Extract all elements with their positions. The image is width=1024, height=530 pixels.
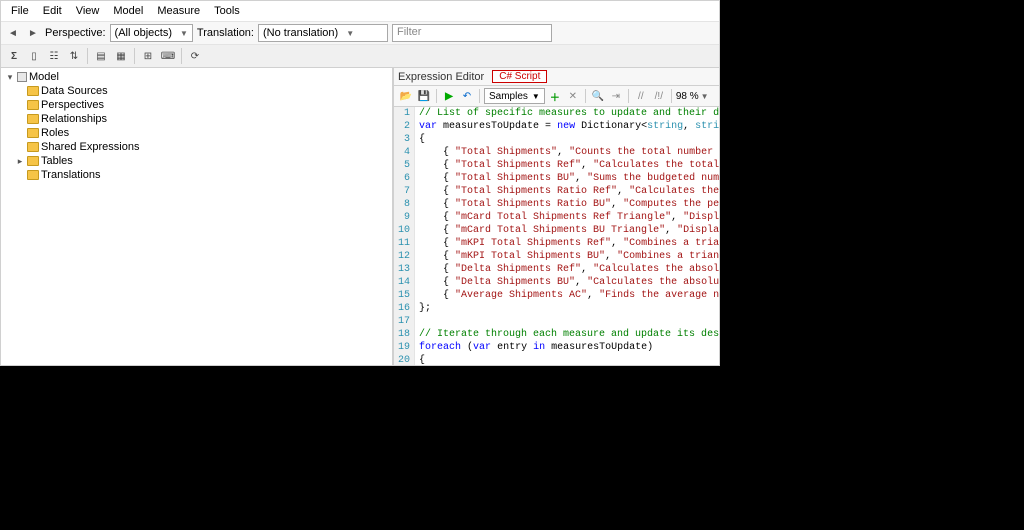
zoom-value[interactable]: 98 % <box>676 91 699 102</box>
tree-root-label: Model <box>29 70 59 84</box>
column-icon[interactable]: ▯ <box>25 47 43 65</box>
filter-input[interactable]: Filter <box>392 24 552 42</box>
perspective-select[interactable]: (All objects) ▼ <box>110 24 193 42</box>
tree-item-label: Data Sources <box>41 84 108 98</box>
tree-item[interactable]: Shared Expressions <box>3 140 390 154</box>
tree-item[interactable]: Relationships <box>3 112 390 126</box>
expression-editor-pane: Expression Editor C# Script 📂 💾 ▶ ↶ Samp… <box>393 68 719 365</box>
perspective-label: Perspective: <box>45 27 106 39</box>
tree-item-label: Relationships <box>41 112 107 126</box>
chevron-down-icon: ▼ <box>180 29 188 38</box>
uncomment-icon[interactable]: /!/ <box>651 88 667 104</box>
chevron-down-icon: ▼ <box>532 92 540 101</box>
delete-icon[interactable]: ✕ <box>565 88 581 104</box>
samples-label: Samples <box>489 91 528 102</box>
chevron-down-icon: ▼ <box>346 29 354 38</box>
tree-item[interactable]: Data Sources <box>3 84 390 98</box>
add-icon[interactable]: ＋ <box>547 88 563 104</box>
translation-select[interactable]: (No translation) ▼ <box>258 24 388 42</box>
menu-model[interactable]: Model <box>107 3 149 19</box>
toolbar-perspective: ◄ ► Perspective: (All objects) ▼ Transla… <box>1 22 719 45</box>
translation-label: Translation: <box>197 27 254 39</box>
line-gutter: 1234567891011121314151617181920212223242… <box>394 107 415 365</box>
script-icon[interactable]: ⌨ <box>159 47 177 65</box>
folder-icon <box>27 86 39 96</box>
save-icon[interactable]: 💾 <box>416 88 432 104</box>
ee-script-tab[interactable]: C# Script <box>492 70 547 83</box>
menu-edit[interactable]: Edit <box>37 3 68 19</box>
tree-item[interactable]: Perspectives <box>3 98 390 112</box>
find-icon[interactable]: 🔍 <box>590 88 606 104</box>
tree-item-label: Translations <box>41 168 101 182</box>
comment-icon[interactable]: // <box>633 88 649 104</box>
model-tree[interactable]: ▾ Model Data SourcesPerspectivesRelation… <box>1 68 393 365</box>
main-split: ▾ Model Data SourcesPerspectivesRelation… <box>1 68 719 365</box>
code-editor[interactable]: 1234567891011121314151617181920212223242… <box>394 107 719 365</box>
sigma-icon[interactable]: Σ <box>5 47 23 65</box>
folder-icon <box>27 114 39 124</box>
tree-item[interactable]: Roles <box>3 126 390 140</box>
table-icon[interactable]: ⊞ <box>139 47 157 65</box>
chevron-down-icon: ▼ <box>701 92 709 101</box>
code-area[interactable]: // List of specific measures to update a… <box>415 107 719 365</box>
menu-measure[interactable]: Measure <box>151 3 206 19</box>
ee-toolbar: 📂 💾 ▶ ↶ Samples ▼ ＋ ✕ 🔍 ⇥ // /!/ 9 <box>394 86 719 107</box>
forward-icon[interactable]: ► <box>25 25 41 41</box>
collapse-icon[interactable]: ▾ <box>5 70 15 84</box>
open-icon[interactable]: 📂 <box>398 88 414 104</box>
sort-icon[interactable]: ⇅ <box>65 47 83 65</box>
tree-item-label: Shared Expressions <box>41 140 139 154</box>
translation-value: (No translation) <box>263 27 338 39</box>
tree-item-label: Roles <box>41 126 69 140</box>
undo-icon[interactable]: ↶ <box>459 88 475 104</box>
run-icon[interactable]: ▶ <box>441 88 457 104</box>
tree-item[interactable]: ▸ Tables <box>3 154 390 168</box>
hierarchy-icon[interactable]: ☷ <box>45 47 63 65</box>
display-icon[interactable]: ▦ <box>112 47 130 65</box>
expand-icon[interactable]: ▸ <box>15 154 25 168</box>
folder-icon <box>27 100 39 110</box>
model-icon <box>17 72 27 82</box>
samples-select[interactable]: Samples ▼ <box>484 88 545 104</box>
ee-title: Expression Editor <box>398 71 484 83</box>
refresh-icon[interactable]: ⟳ <box>186 47 204 65</box>
folder-icon <box>27 156 39 166</box>
indent-icon[interactable]: ⇥ <box>608 88 624 104</box>
app-window: File Edit View Model Measure Tools ◄ ► P… <box>0 0 720 366</box>
menu-view[interactable]: View <box>70 3 106 19</box>
ee-header: Expression Editor C# Script <box>394 68 719 86</box>
tree-item[interactable]: Translations <box>3 168 390 182</box>
folder-icon <box>27 128 39 138</box>
perspective-value: (All objects) <box>115 27 172 39</box>
folder-icon <box>27 142 39 152</box>
toolbar-icons: Σ ▯ ☷ ⇅ ▤ ▦ ⊞ ⌨ ⟳ <box>1 45 719 68</box>
folder-icon[interactable]: ▤ <box>92 47 110 65</box>
tree-root[interactable]: ▾ Model <box>3 70 390 84</box>
folder-icon <box>27 170 39 180</box>
menu-file[interactable]: File <box>5 3 35 19</box>
menu-bar: File Edit View Model Measure Tools <box>1 1 719 22</box>
back-icon[interactable]: ◄ <box>5 25 21 41</box>
tree-item-label: Perspectives <box>41 98 104 112</box>
menu-tools[interactable]: Tools <box>208 3 246 19</box>
tree-item-label: Tables <box>41 154 73 168</box>
